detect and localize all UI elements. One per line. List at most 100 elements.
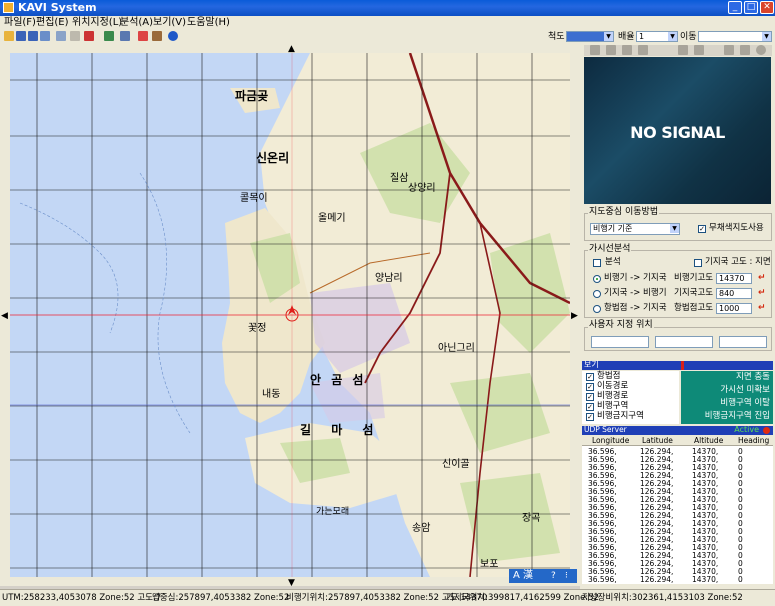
video-snapshot-icon[interactable]	[678, 45, 688, 55]
map-label-angomseom: 안 곰 섬	[310, 373, 367, 387]
col-latitude[interactable]: Latitude	[642, 436, 673, 445]
status-ground-equipment: 지상장비위치:302361,4153103 Zone:52	[582, 593, 743, 603]
pan-left-icon[interactable]: ◀	[1, 312, 8, 321]
station-alt-label: 기지국고도	[674, 288, 714, 298]
ratio-select[interactable]: 1 ▼	[636, 31, 678, 42]
scale-select[interactable]: ▼	[566, 31, 614, 42]
video-pause-icon[interactable]	[638, 45, 648, 55]
move-label: 이동	[680, 32, 697, 42]
image-icon[interactable]	[104, 31, 114, 41]
video-settings-icon[interactable]	[694, 45, 704, 55]
ratio-value: 1	[639, 32, 645, 41]
video-stop-icon[interactable]	[622, 45, 632, 55]
col-heading[interactable]: Heading	[738, 436, 769, 445]
open-folder-icon[interactable]	[4, 31, 14, 41]
no-signal-text: NO SIGNAL	[630, 123, 725, 142]
col-longitude[interactable]: Longitude	[592, 436, 629, 445]
video-grid-icon[interactable]	[740, 45, 750, 55]
table-row[interactable]: 36.596, 126.294, 14370, 0	[582, 576, 773, 584]
app-icon	[3, 2, 14, 13]
no-map-checkbox[interactable]: ✓	[698, 225, 706, 233]
udp-status-led-icon[interactable]	[763, 427, 770, 434]
maximize-button[interactable]: □	[744, 1, 758, 14]
layer-route-checkbox[interactable]: ✓	[586, 383, 594, 391]
visibility-title: 가시선분석	[588, 244, 632, 255]
legend-ground-collision: 지면 충돌	[736, 372, 770, 382]
apply-waypoint-alt-icon[interactable]: ↵	[758, 304, 767, 313]
layer-flightpath-checkbox[interactable]: ✓	[586, 393, 594, 401]
udp-status: Active	[734, 425, 759, 434]
analysis-checkbox[interactable]	[593, 259, 601, 267]
move-select[interactable]: ▼	[698, 31, 772, 42]
layer-nofly-checkbox[interactable]: ✓	[586, 413, 594, 421]
close-button[interactable]: ✕	[760, 1, 774, 14]
menu-edit[interactable]: 편집(E)	[36, 17, 69, 29]
legend-nofly-entry: 비행금지구역 진입	[704, 411, 770, 421]
copy-icon[interactable]	[56, 31, 66, 41]
map-export-icon[interactable]	[120, 31, 130, 41]
map-label-beppo: 보포	[480, 559, 499, 570]
video-layout-icon[interactable]	[724, 45, 734, 55]
waypoint-alt-input[interactable]: 1000	[716, 303, 752, 314]
map-canvas[interactable]	[10, 53, 570, 577]
pan-right-icon[interactable]: ▶	[571, 312, 578, 321]
menu-location[interactable]: 위치지정(L)	[72, 17, 122, 29]
layer-flightzone-checkbox[interactable]: ✓	[586, 403, 594, 411]
layer-list: ✓ 항법점 ✓ 이동경로 ✓ 비행경로 ✓ 비행구역 ✓ 비행금지구역	[582, 371, 679, 424]
flag-icon[interactable]	[138, 31, 148, 41]
aircraft-alt-input[interactable]: 14370	[716, 273, 752, 284]
option-station-to-aircraft-radio[interactable]	[593, 290, 601, 298]
cell-alt: 14370,	[692, 575, 719, 584]
map-label-jinsal: 질삼	[390, 173, 409, 184]
minimize-button[interactable]: _	[728, 1, 742, 14]
option-waypoint-to-station-radio[interactable]	[593, 305, 601, 313]
station-alt-input[interactable]: 840	[716, 288, 752, 299]
view-title: 보기	[584, 360, 599, 369]
save-icon[interactable]	[16, 31, 26, 41]
option-aircraft-to-station-radio[interactable]	[593, 275, 601, 283]
info-icon[interactable]	[168, 31, 178, 41]
status-station: 기지국위치:399817,4162599 Zone:52	[446, 593, 599, 603]
layer-waypoint-checkbox[interactable]: ✓	[586, 373, 594, 381]
user-location-y-input[interactable]	[655, 336, 713, 348]
ime-label: A 漢	[513, 570, 534, 581]
waypoint-alt-label: 항법점고도	[674, 303, 714, 313]
menu-view[interactable]: 보기(V)	[153, 17, 186, 29]
map-label-sinonri: 신온리	[256, 151, 290, 165]
chevron-down-icon: ▼	[604, 32, 613, 41]
video-record-icon[interactable]	[606, 45, 616, 55]
menu-file[interactable]: 파일(F)	[4, 17, 36, 29]
udp-table[interactable]: Longitude Latitude Altitude Heading 36.5…	[582, 436, 773, 584]
export-icon[interactable]	[40, 31, 50, 41]
ground-alt-label: 기지국 고도 : 지면	[705, 257, 771, 267]
legend-zone-exit: 비행구역 이탈	[720, 398, 770, 408]
menu-icon[interactable]: ⁝	[565, 569, 568, 583]
pan-down-icon[interactable]: ▼	[288, 579, 295, 588]
map-label-pagokgot: 파금곶	[235, 89, 269, 103]
delete-icon[interactable]	[84, 31, 94, 41]
map-label-kkojeong: 꽃정	[248, 323, 267, 334]
view-divider	[681, 361, 684, 370]
tools-icon[interactable]	[152, 31, 162, 41]
user-location-x-input[interactable]	[591, 336, 649, 348]
col-altitude[interactable]: Altitude	[694, 436, 723, 445]
apply-station-alt-icon[interactable]: ↵	[758, 289, 767, 298]
title-bar[interactable]: KAVI System _ □ ✕	[0, 0, 775, 16]
map-center-mode-select[interactable]: 비행기 기준 ▼	[590, 223, 680, 235]
view-header: 보기	[582, 360, 773, 370]
map-label-aniguri: 아닌그리	[438, 343, 475, 354]
map-input-bar[interactable]: A 漢 ? ⁝	[509, 569, 577, 583]
menu-help[interactable]: 도움말(H)	[187, 17, 230, 29]
paste-icon[interactable]	[70, 31, 80, 41]
ground-alt-checkbox[interactable]	[694, 259, 702, 267]
menu-analysis[interactable]: 분석(A)	[120, 17, 153, 29]
chevron-down-icon: ▼	[668, 32, 677, 41]
video-open-icon[interactable]	[590, 45, 600, 55]
save-as-icon[interactable]	[28, 31, 38, 41]
video-info-icon[interactable]	[756, 45, 766, 55]
user-location-z-input[interactable]	[719, 336, 767, 348]
apply-aircraft-alt-icon[interactable]: ↵	[758, 274, 767, 283]
help-icon[interactable]: ?	[551, 569, 556, 583]
chevron-down-icon: ▼	[670, 224, 679, 233]
map-view[interactable]: 파금곶 신온리 콜목이 올메기 질삼 상양리 양남리 꽃정 내동 안 곰 섬 길…	[10, 53, 570, 577]
